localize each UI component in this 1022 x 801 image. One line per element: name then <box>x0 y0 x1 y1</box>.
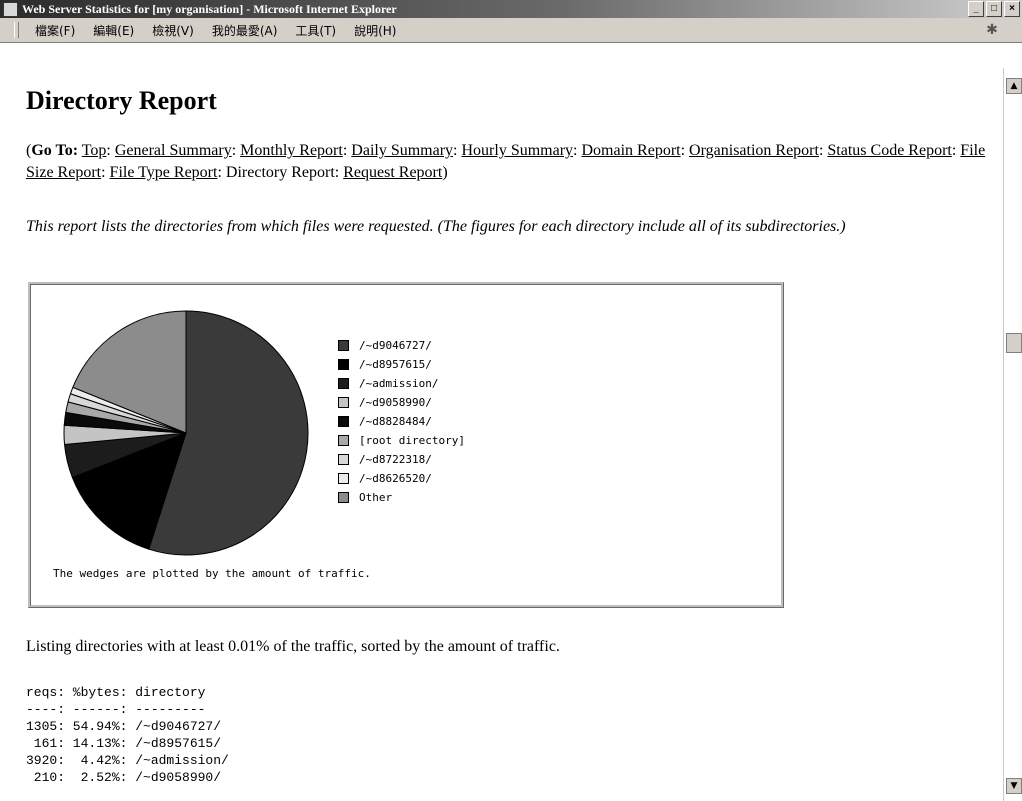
legend-swatch <box>338 491 349 503</box>
legend-item: /~d8957615/ <box>338 356 465 372</box>
link-status-code-report[interactable]: Status Code Report <box>827 142 951 159</box>
legend-label: /~d8957615/ <box>359 357 432 371</box>
link-file-type-report[interactable]: File Type Report <box>110 164 218 181</box>
scroll-thumb[interactable] <box>1006 333 1022 353</box>
window-title: Web Server Statistics for [my organisati… <box>22 2 397 16</box>
legend-label: /~d9058990/ <box>359 395 432 409</box>
current-report-label: Directory Report <box>225 164 335 181</box>
report-description: This report lists the directories from w… <box>26 218 846 235</box>
legend-label: /~d8722318/ <box>359 452 432 466</box>
goto-label: Go To: <box>31 142 79 159</box>
ie-logo-icon <box>3 2 18 17</box>
menu-tools[interactable]: 工具(T) <box>295 22 336 39</box>
legend-item: Other <box>338 489 465 505</box>
legend-label: [root directory] <box>359 433 465 447</box>
menu-bar: 檔案(F) 編輯(E) 檢視(V) 我的最愛(A) 工具(T) 說明(H) ✱ <box>0 18 1022 43</box>
menu-help[interactable]: 說明(H) <box>354 22 396 39</box>
pie-chart-frame: /~d9046727/ /~d8957615/ /~admission/ /~d905… <box>28 282 784 608</box>
legend-item: /~d8828484/ <box>338 413 465 429</box>
table-row: 3920: 4.42%: /~admission/ <box>26 753 229 768</box>
title-bar: Web Server Statistics for [my organisati… <box>0 0 1022 18</box>
legend-swatch <box>338 396 349 408</box>
legend-label: /~admission/ <box>359 376 439 390</box>
table-header: reqs: %bytes: directory <box>26 685 206 700</box>
link-monthly-report[interactable]: Monthly Report <box>240 142 343 159</box>
link-top[interactable]: Top <box>82 142 107 159</box>
ie-throbber-icon: ✱ <box>986 22 998 38</box>
close-button[interactable]: × <box>1004 1 1020 17</box>
legend-item: /~admission/ <box>338 375 465 391</box>
vertical-scrollbar[interactable]: ▲ ▼ <box>1003 68 1022 801</box>
table-separator: ----: ------: --------- <box>26 702 206 717</box>
table-row: 1305: 54.94%: /~d9046727/ <box>26 719 222 734</box>
link-daily-summary[interactable]: Daily Summary <box>351 142 453 159</box>
listing-description: Listing directories with at least 0.01% … <box>26 638 560 655</box>
legend-label: /~d9046727/ <box>359 338 432 352</box>
goto-navigation: (Go To: Top: General Summary: Monthly Re… <box>26 142 986 181</box>
link-request-report[interactable]: Request Report <box>343 164 442 181</box>
legend-swatch <box>338 453 349 465</box>
legend-label: /~d8626520/ <box>359 471 432 485</box>
menu-file[interactable]: 檔案(F) <box>35 22 75 39</box>
page-content: Directory Report (Go To: Top: General Su… <box>16 68 1002 801</box>
menu-favorites[interactable]: 我的最愛(A) <box>212 22 278 39</box>
legend-swatch <box>338 339 349 351</box>
legend-label: Other <box>359 490 393 504</box>
legend-swatch <box>338 415 349 427</box>
legend-label: /~d8828484/ <box>359 414 432 428</box>
link-general-summary[interactable]: General Summary <box>115 142 232 159</box>
maximize-button[interactable]: □ <box>986 1 1002 17</box>
legend-item: /~d9058990/ <box>338 394 465 410</box>
legend-item: /~d8722318/ <box>338 451 465 467</box>
table-row: 161: 14.13%: /~d8957615/ <box>26 736 222 751</box>
pie-chart <box>63 310 309 556</box>
table-row: 210: 2.52%: /~d9058990/ <box>26 770 222 785</box>
menu-view[interactable]: 檢視(V) <box>152 22 194 39</box>
legend-item: [root directory] <box>338 432 465 448</box>
menu-edit[interactable]: 編輯(E) <box>93 22 134 39</box>
chart-legend: /~d9046727/ /~d8957615/ /~admission/ /~d905… <box>338 337 465 508</box>
toolbar-grip[interactable] <box>14 22 19 38</box>
link-hourly-summary[interactable]: Hourly Summary <box>462 142 574 159</box>
chart-caption: The wedges are plotted by the amount of … <box>53 567 371 580</box>
directory-table: reqs: %bytes: directory ----: ------: --… <box>26 684 229 786</box>
link-domain-report[interactable]: Domain Report <box>582 142 681 159</box>
legend-item: /~d8626520/ <box>338 470 465 486</box>
legend-swatch <box>338 434 349 446</box>
minimize-button[interactable]: _ <box>968 1 984 17</box>
legend-item: /~d9046727/ <box>338 337 465 353</box>
scroll-down-arrow-icon[interactable]: ▼ <box>1006 778 1022 794</box>
legend-swatch <box>338 377 349 389</box>
legend-swatch <box>338 472 349 484</box>
legend-swatch <box>338 358 349 370</box>
link-organisation-report[interactable]: Organisation Report <box>689 142 819 159</box>
page-title: Directory Report <box>26 86 217 115</box>
scroll-up-arrow-icon[interactable]: ▲ <box>1006 78 1022 94</box>
